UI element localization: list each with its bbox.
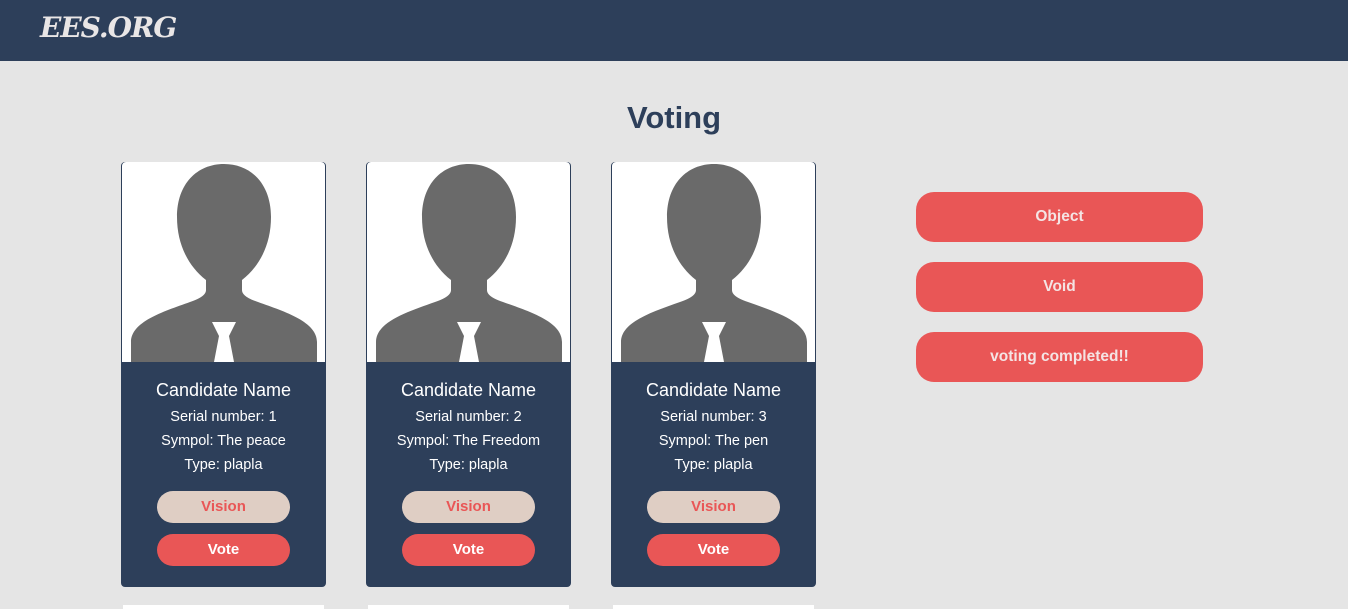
candidate-symbol: Sympol: The Freedom [396, 433, 541, 449]
vote-button[interactable]: Vote [157, 534, 290, 566]
candidate-name: Candidate Name [400, 380, 537, 400]
candidate-type: Type: plapla [184, 457, 263, 473]
candidate-type: Type: plapla [429, 457, 508, 473]
candidate-serial: Serial number: 3 [660, 409, 767, 425]
vote-button[interactable]: Vote [647, 534, 780, 566]
brand-logo[interactable]: EES.ORG [40, 14, 177, 42]
candidate-photo [122, 162, 325, 362]
candidate-serial: Serial number: 2 [415, 409, 522, 425]
top-navbar: EES.ORG [0, 0, 1348, 61]
person-silhouette-icon [621, 164, 807, 362]
page-title: Voting [626, 100, 722, 135]
person-silhouette-icon [376, 164, 562, 362]
void-button[interactable]: Void [916, 262, 1203, 312]
candidate-photo [612, 162, 815, 362]
candidate-card: Candidate Name Serial number: 2 Sympol: … [366, 162, 571, 587]
candidate-type: Type: plapla [674, 457, 753, 473]
candidate-symbol: Sympol: The pen [658, 433, 769, 449]
vision-button[interactable]: Vision [157, 491, 290, 523]
candidate-card: Candidate Name Serial number: 1 Sympol: … [121, 162, 326, 587]
candidate-name: Candidate Name [155, 380, 292, 400]
voting-completed-button[interactable]: voting completed!! [916, 332, 1203, 382]
candidate-symbol: Sympol: The peace [161, 433, 286, 449]
vision-button[interactable]: Vision [647, 491, 780, 523]
vote-button[interactable]: Vote [402, 534, 535, 566]
object-button[interactable]: Object [916, 192, 1203, 242]
person-silhouette-icon [131, 164, 317, 362]
candidate-name: Candidate Name [645, 380, 782, 400]
candidate-card: Candidate Name Serial number: 3 Sympol: … [611, 162, 816, 587]
candidate-card-partial [123, 605, 324, 609]
vision-button[interactable]: Vision [402, 491, 535, 523]
candidate-card-partial [368, 605, 569, 609]
candidate-card-partial [613, 605, 814, 609]
candidate-photo [367, 162, 570, 362]
candidate-serial: Serial number: 1 [170, 409, 277, 425]
